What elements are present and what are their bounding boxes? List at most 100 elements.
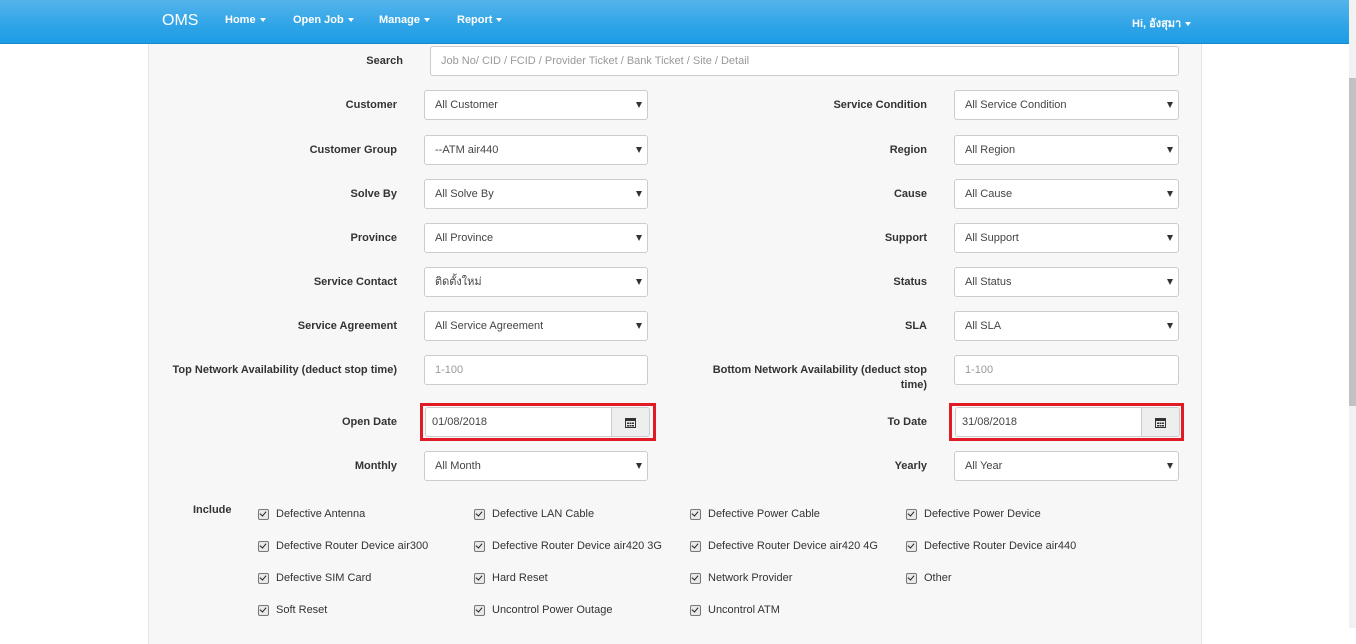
scrollbar-thumb[interactable] [1349, 78, 1356, 406]
page-scrollbar[interactable] [1349, 0, 1356, 628]
include-checkbox[interactable]: Hard Reset [474, 572, 548, 584]
include-option-label: Uncontrol Power Outage [492, 604, 613, 616]
service-contact-label: Service Contact [313, 276, 397, 288]
customer-group-select[interactable]: --ATM air440 [424, 135, 648, 165]
checkbox-checked-icon[interactable] [258, 573, 269, 584]
checkbox-checked-icon[interactable] [690, 605, 701, 616]
checkbox-checked-icon[interactable] [258, 541, 269, 552]
nav-home-label: Home [225, 14, 256, 26]
include-checkbox[interactable]: Defective Antenna [258, 508, 365, 520]
open-date-calendar-button[interactable] [612, 407, 650, 437]
include-checkbox[interactable]: Uncontrol Power Outage [474, 604, 612, 616]
user-menu[interactable]: Hi, อังสุมา [1132, 14, 1192, 32]
include-option-label: Defective Router Device air440 [924, 540, 1077, 552]
bottom-network-availability-input[interactable]: 1-100 [954, 355, 1179, 385]
checkbox-checked-icon[interactable] [690, 573, 701, 584]
caret-down-icon [423, 18, 430, 23]
user-greeting: Hi, อังสุมา [1132, 18, 1182, 30]
dropdown-arrow-icon [636, 463, 642, 469]
nav-manage[interactable]: Manage [379, 14, 430, 26]
dropdown-arrow-icon [636, 102, 642, 108]
include-option-label: Defective Power Device [924, 508, 1041, 520]
sla-select[interactable]: All SLA [954, 311, 1179, 341]
include-option-label: Defective SIM Card [276, 572, 372, 584]
customer-group-value: --ATM air440 [435, 144, 499, 156]
cause-value: All Cause [965, 188, 1013, 200]
include-checkbox[interactable]: Other [906, 572, 952, 584]
dropdown-arrow-icon [1167, 279, 1173, 285]
customer-select[interactable]: All Customer [424, 90, 648, 120]
dropdown-arrow-icon [1167, 102, 1173, 108]
service-contact-select[interactable]: ติดตั้งใหม่ [424, 267, 648, 297]
checkbox-checked-icon[interactable] [258, 509, 269, 520]
checkbox-checked-icon[interactable] [474, 541, 485, 552]
checkbox-checked-icon[interactable] [474, 605, 485, 616]
status-value: All Status [965, 276, 1012, 288]
dropdown-arrow-icon [636, 323, 642, 329]
include-label: Include [193, 504, 232, 516]
support-select[interactable]: All Support [954, 223, 1179, 253]
sla-value: All SLA [965, 320, 1002, 332]
province-select[interactable]: All Province [424, 223, 648, 253]
yearly-value: All Year [965, 460, 1003, 472]
dropdown-arrow-icon [636, 147, 642, 153]
checkbox-checked-icon[interactable] [258, 605, 269, 616]
cause-select[interactable]: All Cause [954, 179, 1179, 209]
region-select[interactable]: All Region [954, 135, 1179, 165]
open-date-input[interactable]: 01/08/2018 [425, 407, 612, 437]
solve-by-select[interactable]: All Solve By [424, 179, 648, 209]
include-option-label: Defective Router Device air300 [276, 540, 429, 552]
nav-report[interactable]: Report [457, 14, 503, 26]
open-date-picker[interactable]: 01/08/2018 [425, 407, 650, 437]
province-value: All Province [435, 232, 494, 244]
checkbox-checked-icon[interactable] [690, 509, 701, 520]
checkbox-checked-icon[interactable] [690, 541, 701, 552]
include-checkbox[interactable]: Defective Router Device air420 4G [690, 540, 878, 552]
dropdown-arrow-icon [1167, 147, 1173, 153]
monthly-select[interactable]: All Month [424, 451, 648, 481]
service-condition-select[interactable]: All Service Condition [954, 90, 1179, 120]
nav-open-job[interactable]: Open Job [293, 14, 354, 26]
include-checkbox[interactable]: Uncontrol ATM [690, 604, 780, 616]
include-checkbox[interactable]: Defective Power Device [906, 508, 1041, 520]
caret-down-icon [347, 18, 354, 23]
search-input[interactable]: Job No/ CID / FCID / Provider Ticket / B… [430, 46, 1179, 76]
include-checkbox[interactable]: Defective LAN Cable [474, 508, 594, 520]
include-checkbox[interactable]: Network Provider [690, 572, 792, 584]
customer-group-label: Customer Group [309, 144, 397, 156]
status-select[interactable]: All Status [954, 267, 1179, 297]
to-date-input[interactable]: 31/08/2018 [955, 407, 1142, 437]
include-checkbox[interactable]: Defective Power Cable [690, 508, 820, 520]
include-checkbox[interactable]: Defective SIM Card [258, 572, 371, 584]
include-checkbox[interactable]: Defective Router Device air300 [258, 540, 428, 552]
caret-down-icon [496, 18, 503, 23]
dropdown-arrow-icon [1167, 191, 1173, 197]
include-option-label: Defective Power Cable [708, 508, 820, 520]
region-label: Region [889, 144, 927, 156]
open-date-label: Open Date [341, 416, 397, 428]
nav-home[interactable]: Home [225, 14, 266, 26]
cause-label: Cause [893, 188, 927, 200]
include-checkbox[interactable]: Defective Router Device air440 [906, 540, 1076, 552]
top-network-availability-input[interactable]: 1-100 [424, 355, 648, 385]
solve-by-value: All Solve By [435, 188, 494, 200]
checkbox-checked-icon[interactable] [474, 573, 485, 584]
to-date-calendar-button[interactable] [1142, 407, 1180, 437]
include-checkbox[interactable]: Defective Router Device air420 3G [474, 540, 662, 552]
service-agreement-select[interactable]: All Service Agreement [424, 311, 648, 341]
calendar-icon [1155, 418, 1166, 428]
bottom-network-availability-label: Bottom Network Availability (deduct stop… [689, 363, 927, 393]
monthly-value: All Month [435, 460, 481, 472]
yearly-select[interactable]: All Year [954, 451, 1179, 481]
customer-label: Customer [345, 99, 397, 111]
to-date-picker[interactable]: 31/08/2018 [955, 407, 1180, 437]
checkbox-checked-icon[interactable] [906, 509, 917, 520]
service-condition-label: Service Condition [833, 99, 927, 111]
checkbox-checked-icon[interactable] [474, 509, 485, 520]
include-checkbox[interactable]: Soft Reset [258, 604, 327, 616]
brand-logo[interactable]: OMS [162, 12, 198, 30]
checkbox-checked-icon[interactable] [906, 541, 917, 552]
checkbox-checked-icon[interactable] [906, 573, 917, 584]
support-value: All Support [965, 232, 1019, 244]
customer-select-value: All Customer [435, 99, 498, 111]
